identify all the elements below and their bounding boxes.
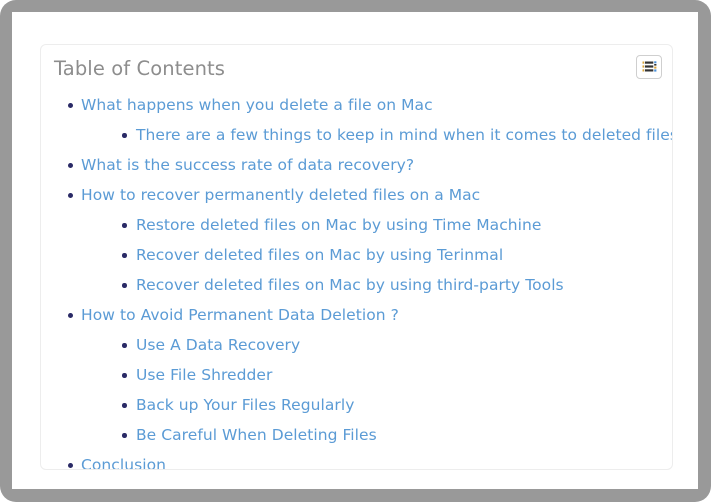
bullet-icon xyxy=(68,103,73,108)
toc-link[interactable]: How to recover permanently deleted files… xyxy=(81,186,480,204)
bullet-icon xyxy=(122,403,127,408)
toc-link[interactable]: Recover deleted files on Mac by using Te… xyxy=(136,246,503,264)
toc-sublist: Use A Data Recovery Use File Shredder Ba… xyxy=(109,330,672,450)
toc-list: What happens when you delete a file on M… xyxy=(41,90,672,469)
bullet-icon xyxy=(122,223,127,228)
list-item[interactable]: Recover deleted files on Mac by using Te… xyxy=(109,240,672,270)
list-item[interactable]: What is the success rate of data recover… xyxy=(41,150,672,180)
bullet-icon xyxy=(122,433,127,438)
list-item[interactable]: Use A Data Recovery xyxy=(109,330,672,360)
toc-link[interactable]: Recover deleted files on Mac by using th… xyxy=(136,276,564,294)
toc-link[interactable]: Restore deleted files on Mac by using Ti… xyxy=(136,216,541,234)
toc-link[interactable]: How to Avoid Permanent Data Deletion ? xyxy=(81,306,399,324)
bullet-icon xyxy=(122,133,127,138)
bullet-icon xyxy=(122,253,127,258)
list-lines-icon xyxy=(642,60,657,74)
list-item[interactable]: Back up Your Files Regularly xyxy=(109,390,672,420)
list-item[interactable]: Recover deleted files on Mac by using th… xyxy=(109,270,672,300)
toc-link[interactable]: Conclusion xyxy=(81,456,166,469)
toc-link[interactable]: What happens when you delete a file on M… xyxy=(81,96,433,114)
list-item[interactable]: Conclusion xyxy=(41,450,672,469)
toc-link[interactable]: Be Careful When Deleting Files xyxy=(136,426,377,444)
bullet-icon xyxy=(68,313,73,318)
page-title: Table of Contents xyxy=(54,57,226,80)
toc-header: Table of Contents xyxy=(41,45,672,89)
list-item[interactable]: What happens when you delete a file on M… xyxy=(41,90,672,150)
bullet-icon xyxy=(68,463,73,468)
toc-sublist: Restore deleted files on Mac by using Ti… xyxy=(109,210,672,300)
list-item[interactable]: Use File Shredder xyxy=(109,360,672,390)
toc-link[interactable]: Back up Your Files Regularly xyxy=(136,396,354,414)
toc-link[interactable]: What is the success rate of data recover… xyxy=(81,156,414,174)
toc-link[interactable]: There are a few things to keep in mind w… xyxy=(136,126,672,144)
list-item[interactable]: How to recover permanently deleted files… xyxy=(41,180,672,300)
toc-link[interactable]: Use A Data Recovery xyxy=(136,336,300,354)
list-item[interactable]: Be Careful When Deleting Files xyxy=(109,420,672,450)
bullet-icon xyxy=(122,343,127,348)
table-of-contents-card: Table of Contents What happens when you … xyxy=(40,44,673,470)
toc-toggle-button[interactable] xyxy=(636,55,662,79)
list-item[interactable]: How to Avoid Permanent Data Deletion ? U… xyxy=(41,300,672,450)
toc-sublist: There are a few things to keep in mind w… xyxy=(109,120,672,150)
list-item[interactable]: Restore deleted files on Mac by using Ti… xyxy=(109,210,672,240)
page-surface: Table of Contents What happens when you … xyxy=(12,12,698,489)
bullet-icon xyxy=(68,193,73,198)
bullet-icon xyxy=(122,283,127,288)
list-item[interactable]: There are a few things to keep in mind w… xyxy=(109,120,672,150)
bullet-icon xyxy=(68,163,73,168)
browser-frame: Table of Contents What happens when you … xyxy=(0,0,711,502)
bullet-icon xyxy=(122,373,127,378)
toc-link[interactable]: Use File Shredder xyxy=(136,366,272,384)
